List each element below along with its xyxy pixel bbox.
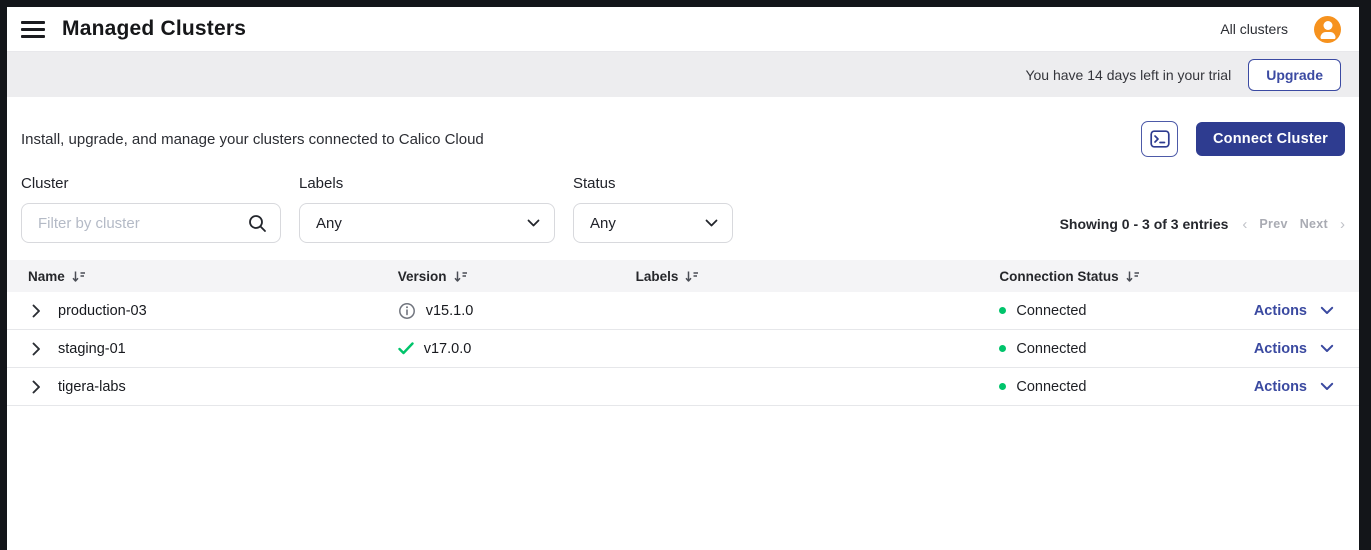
next-chevron-icon[interactable]: › [1340, 217, 1345, 232]
pagination: Showing 0 - 3 of 3 entries ‹ Prev Next › [1060, 216, 1345, 232]
sort-icon[interactable] [1126, 270, 1140, 283]
actions-button-label: Actions [1254, 303, 1307, 319]
trial-banner: You have 14 days left in your trial Upgr… [7, 52, 1359, 97]
actions-button-label: Actions [1254, 341, 1307, 357]
chevron-down-icon [705, 219, 718, 227]
version-label: v17.0.0 [424, 341, 472, 357]
status-label: Connected [1016, 303, 1086, 319]
expand-row-button[interactable] [29, 304, 43, 318]
chevron-down-icon [527, 219, 540, 227]
column-header-connection-status[interactable]: Connection Status [999, 269, 1246, 284]
table-body: production-03 v15.1.0 Connected Actions [7, 292, 1359, 406]
sort-icon[interactable] [454, 270, 468, 283]
table-row: staging-01 v17.0.0 Connected Actions [7, 330, 1359, 368]
cluster-filter: Cluster [21, 175, 281, 243]
table-row: production-03 v15.1.0 Connected Actions [7, 292, 1359, 330]
page-title: Managed Clusters [62, 17, 246, 41]
table-row: tigera-labs Connected Actions [7, 368, 1359, 406]
chevron-right-icon [32, 304, 41, 318]
status-label: Connected [1016, 341, 1086, 357]
labels-filter-label: Labels [299, 175, 555, 192]
status-filter-label: Status [573, 175, 733, 192]
main-content: Install, upgrade, and manage your cluste… [7, 97, 1359, 550]
status-filter-select[interactable]: Any [573, 203, 733, 243]
expand-row-button[interactable] [29, 380, 43, 394]
cluster-name-label: staging-01 [58, 341, 126, 357]
actions-menu-button[interactable]: Actions [1247, 379, 1359, 395]
labels-filter-select[interactable]: Any [299, 203, 555, 243]
actions-menu-button[interactable]: Actions [1247, 341, 1359, 357]
status-dot [999, 307, 1006, 314]
column-header-labels[interactable]: Labels [636, 269, 1000, 284]
cluster-name-label: tigera-labs [58, 379, 126, 395]
hamburger-menu-icon[interactable] [21, 21, 45, 38]
status-dot [999, 383, 1006, 390]
page-description: Install, upgrade, and manage your cluste… [21, 131, 484, 148]
column-header-version[interactable]: Version [398, 269, 636, 284]
status-filter-value: Any [590, 215, 616, 232]
sort-icon[interactable] [72, 270, 86, 283]
prev-button[interactable]: Prev [1259, 217, 1287, 231]
actions-button-label: Actions [1254, 379, 1307, 395]
status-label: Connected [1016, 379, 1086, 395]
chevron-down-icon [1320, 344, 1334, 353]
chevron-right-icon [32, 380, 41, 394]
cluster-filter-input[interactable] [38, 215, 247, 232]
status-filter: Status Any [573, 175, 733, 243]
info-icon[interactable] [398, 302, 416, 320]
cluster-scope-label[interactable]: All clusters [1220, 21, 1288, 37]
table-header-row: Name Version [7, 260, 1359, 292]
column-header-name[interactable]: Name [7, 269, 398, 284]
expand-row-button[interactable] [29, 342, 43, 356]
version-label: v15.1.0 [426, 303, 474, 319]
next-button[interactable]: Next [1300, 217, 1328, 231]
terminal-button[interactable] [1141, 121, 1178, 157]
terminal-icon [1150, 130, 1170, 148]
cluster-name-label: production-03 [58, 303, 147, 319]
upgrade-button[interactable]: Upgrade [1248, 59, 1341, 91]
connect-cluster-button[interactable]: Connect Cluster [1196, 122, 1345, 156]
search-icon [247, 213, 268, 234]
user-avatar-icon[interactable] [1314, 16, 1341, 43]
cluster-filter-label: Cluster [21, 175, 281, 192]
app-bar: Managed Clusters All clusters [7, 7, 1359, 52]
status-dot [999, 345, 1006, 352]
pagination-summary: Showing 0 - 3 of 3 entries [1060, 216, 1229, 232]
labels-filter: Labels Any [299, 175, 555, 243]
labels-filter-value: Any [316, 215, 342, 232]
actions-menu-button[interactable]: Actions [1247, 303, 1359, 319]
check-icon [398, 342, 414, 355]
trial-message: You have 14 days left in your trial [1025, 67, 1231, 83]
chevron-down-icon [1320, 382, 1334, 391]
clusters-table: Name Version [7, 260, 1359, 406]
sort-icon[interactable] [685, 270, 699, 283]
chevron-right-icon [32, 342, 41, 356]
prev-chevron-icon[interactable]: ‹ [1242, 217, 1247, 232]
app-window: Managed Clusters All clusters You have 1… [7, 7, 1359, 550]
chevron-down-icon [1320, 306, 1334, 315]
